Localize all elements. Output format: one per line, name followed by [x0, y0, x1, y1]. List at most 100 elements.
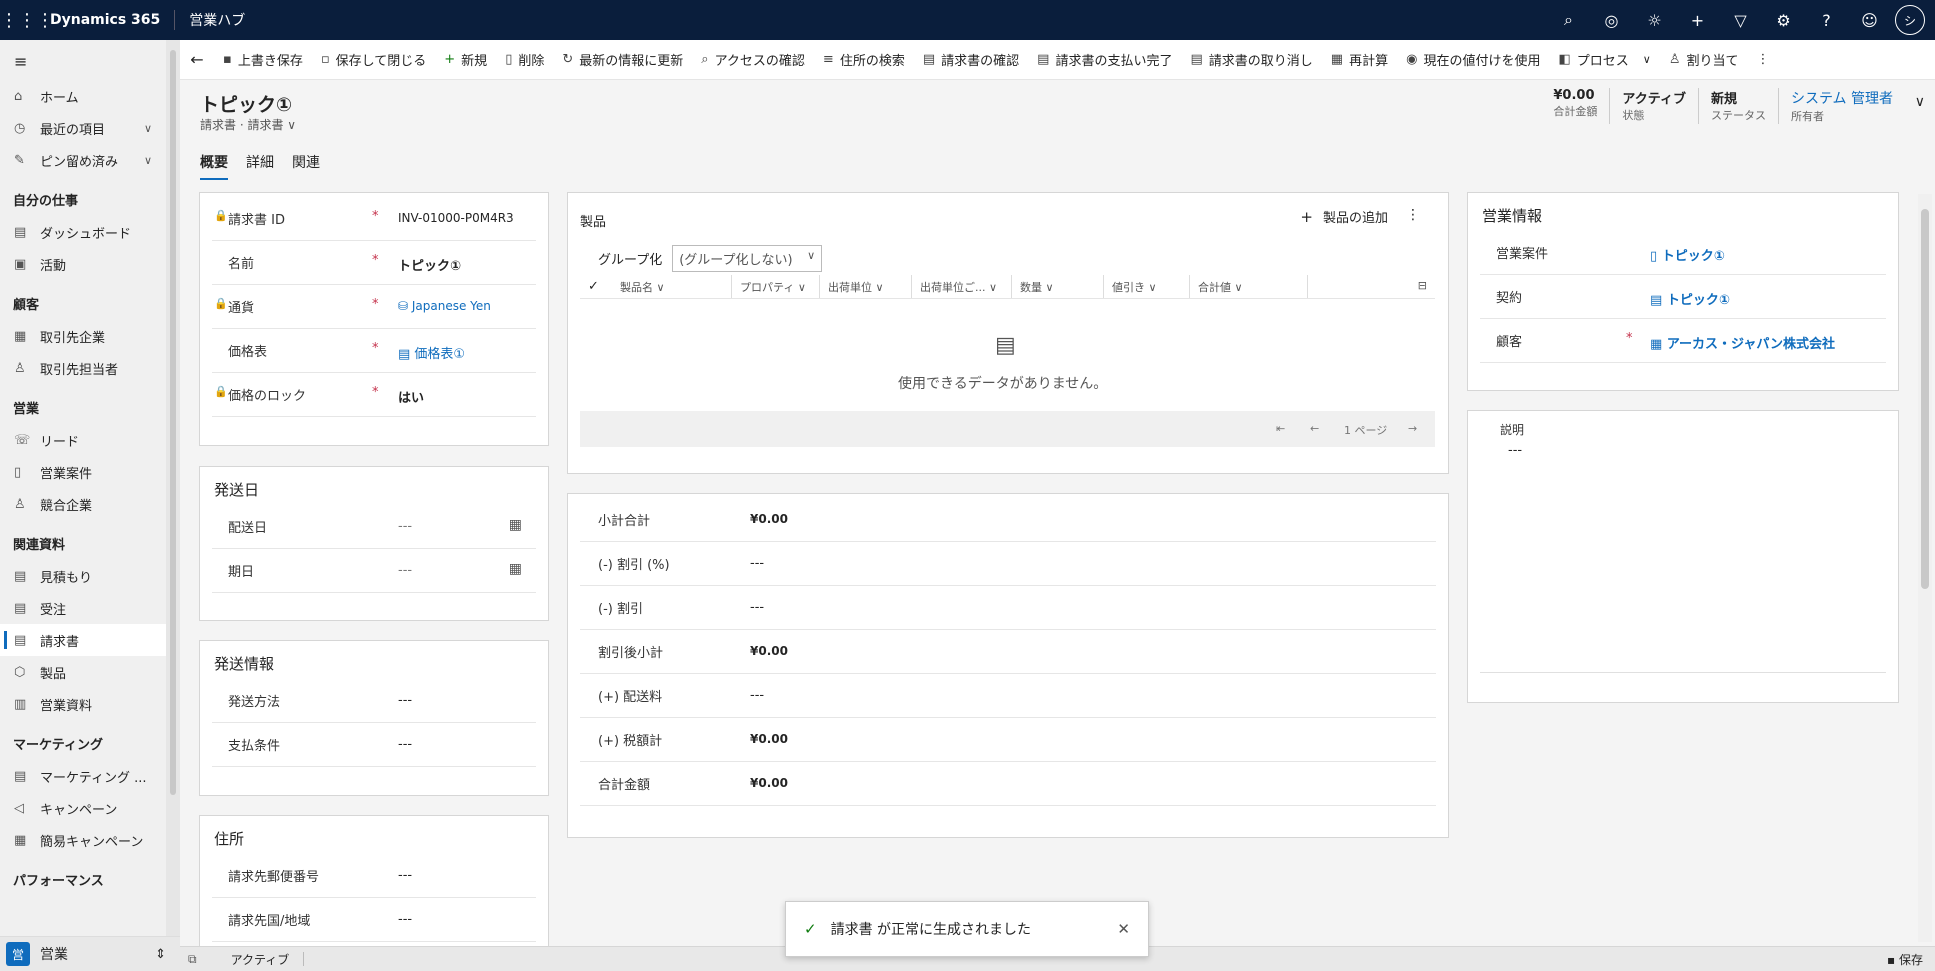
owner-link[interactable]: システム 管理者: [1791, 88, 1893, 108]
select-all-checkbox[interactable]: ✓: [580, 275, 612, 298]
sidebar-item-quotes[interactable]: ▤ 見積もり: [0, 560, 166, 592]
column-header[interactable]: 数量 ∨: [1012, 275, 1104, 298]
refresh-button[interactable]: ↻ 最新の情報に更新: [553, 40, 692, 79]
app-launcher-icon[interactable]: ⋮⋮⋮: [0, 10, 54, 31]
sidebar-scrollbar[interactable]: [166, 40, 180, 936]
sidebar-item-recent[interactable]: ◷ 最近の項目 ∨: [0, 112, 166, 144]
check-access-button[interactable]: ⌕ アクセスの確認: [692, 40, 814, 79]
sidebar-item-opportunities[interactable]: ▯ 営業案件: [0, 456, 166, 488]
sidebar-item-marketing-lists[interactable]: ▤ マーケティング ...: [0, 760, 166, 792]
area-switcher[interactable]: 営 営業 ⇕: [0, 936, 180, 971]
search-icon[interactable]: ⌕: [1547, 10, 1590, 30]
expand-header-chevron-icon[interactable]: ∨: [1915, 94, 1925, 110]
more-icon[interactable]: ⋮: [1406, 207, 1420, 223]
column-header[interactable]: 合計値 ∨: [1190, 275, 1308, 298]
brand-name[interactable]: Dynamics 365: [50, 12, 160, 28]
filter-icon[interactable]: ▽: [1719, 11, 1762, 30]
payment-terms-select[interactable]: ---: [398, 737, 412, 752]
lookup-address-button[interactable]: ≡ 住所の検索: [814, 40, 914, 79]
field-bill-zip[interactable]: 請求先郵便番号 ---: [212, 854, 536, 898]
delivery-date-input[interactable]: ---: [398, 519, 412, 534]
gear-icon[interactable]: ⚙: [1762, 11, 1805, 30]
column-header[interactable]: 値引き ∨: [1104, 275, 1190, 298]
sidebar-item-contacts[interactable]: ♙ 取引先担当者: [0, 352, 166, 384]
process-button[interactable]: ◧ プロセス ∨: [1549, 40, 1659, 79]
save-button[interactable]: ▪ 上書き保存: [214, 40, 312, 79]
form-selector[interactable]: 請求書 · 請求書 ∨: [200, 116, 296, 133]
bill-country-input[interactable]: ---: [398, 912, 412, 927]
currency-link[interactable]: ⛁ Japanese Yen: [398, 299, 491, 313]
sidebar-item-home[interactable]: ⌂ ホーム: [0, 80, 166, 112]
save-close-button[interactable]: ▫ 保存して閉じる: [312, 40, 435, 79]
next-page-icon[interactable]: →: [1408, 422, 1417, 435]
column-header[interactable]: 出荷単位 ∨: [820, 275, 912, 298]
sidebar-item-sales-literature[interactable]: ▥ 営業資料: [0, 688, 166, 720]
page-scrollbar[interactable]: [1918, 194, 1932, 942]
open-new-window-icon[interactable]: ⧉: [188, 952, 197, 967]
tab-details[interactable]: 詳細: [246, 152, 274, 180]
sidebar-item-pinned[interactable]: ✎ ピン留め済み ∨: [0, 144, 166, 176]
field-payment-terms[interactable]: 支払条件 ---: [212, 723, 536, 767]
sidebar-item-competitors[interactable]: ♙ 競合企業: [0, 488, 166, 520]
sidebar-item-quick-campaigns[interactable]: ▦ 簡易キャンペーン: [0, 824, 166, 856]
column-settings-icon[interactable]: ⊟: [1410, 275, 1435, 298]
field-delivery-date[interactable]: 配送日 --- ▦: [212, 505, 536, 549]
group-by-select[interactable]: (グループ化しない) ∨: [672, 245, 823, 272]
description-input[interactable]: ---: [1508, 443, 1522, 458]
field-due-date[interactable]: 期日 --- ▦: [212, 549, 536, 593]
use-current-pricing-button[interactable]: ◉ 現在の値付けを使用: [1397, 40, 1549, 79]
calendar-icon[interactable]: ▦: [509, 561, 522, 577]
assign-button[interactable]: ♙ 割り当て: [1660, 40, 1748, 79]
help-icon[interactable]: ?: [1805, 11, 1848, 30]
sidebar-item-campaigns[interactable]: ◁ キャンペーン: [0, 792, 166, 824]
due-date-input[interactable]: ---: [398, 563, 412, 578]
field-name[interactable]: 名前 * トピック①: [212, 241, 536, 285]
confirm-invoice-button[interactable]: ▤ 請求書の確認: [914, 40, 1028, 79]
discount-percent-input[interactable]: ---: [750, 556, 764, 571]
add-product-button[interactable]: + 製品の追加: [1300, 207, 1388, 226]
sidebar-item-activities[interactable]: ▣ 活動: [0, 248, 166, 280]
hamburger-icon[interactable]: ≡: [0, 40, 166, 80]
sidebar-item-dashboard[interactable]: ▤ ダッシュボード: [0, 216, 166, 248]
status-save-button[interactable]: ▪ 保存: [1887, 951, 1923, 968]
field-bill-country[interactable]: 請求先国/地域 ---: [212, 898, 536, 942]
close-icon[interactable]: ✕: [1117, 920, 1130, 938]
freight-input[interactable]: ---: [750, 688, 764, 703]
field-ship-method[interactable]: 発送方法 ---: [212, 679, 536, 723]
first-page-icon[interactable]: ⇤: [1276, 422, 1285, 435]
sidebar-item-products[interactable]: ⬡ 製品: [0, 656, 166, 688]
app-name[interactable]: 営業ハブ: [189, 10, 245, 30]
opportunity-link[interactable]: ▯ トピック①: [1650, 245, 1725, 264]
task-icon[interactable]: ◎: [1590, 11, 1633, 30]
lightbulb-icon[interactable]: ☼: [1633, 11, 1676, 30]
sidebar-item-invoices[interactable]: ▤ 請求書: [0, 624, 166, 656]
sidebar-item-accounts[interactable]: ▦ 取引先企業: [0, 320, 166, 352]
scrollbar-thumb[interactable]: [170, 50, 176, 795]
new-button[interactable]: + 新規: [435, 40, 496, 79]
customer-link[interactable]: ▦ アーカス・ジャパン株式会社: [1650, 333, 1835, 352]
column-header[interactable]: 出荷単位ご... ∨: [912, 275, 1012, 298]
sidebar-item-orders[interactable]: ▤ 受注: [0, 592, 166, 624]
chevron-down-icon[interactable]: ∨: [144, 154, 152, 167]
column-header[interactable]: 製品名 ∨: [612, 275, 732, 298]
bill-zip-input[interactable]: ---: [398, 868, 412, 883]
invoice-paid-button[interactable]: ▤ 請求書の支払い完了: [1028, 40, 1181, 79]
back-button[interactable]: ←: [180, 40, 214, 79]
column-header[interactable]: プロパティ ∨: [732, 275, 820, 298]
plus-icon[interactable]: +: [1676, 11, 1719, 30]
discount-input[interactable]: ---: [750, 600, 764, 615]
more-commands-button[interactable]: ⋮: [1748, 40, 1779, 79]
avatar[interactable]: シ: [1895, 5, 1925, 35]
delete-button[interactable]: ▯ 削除: [496, 40, 553, 79]
contract-link[interactable]: ▤ トピック①: [1650, 289, 1730, 308]
feedback-icon[interactable]: ☺: [1848, 11, 1891, 30]
tab-summary[interactable]: 概要: [200, 152, 228, 180]
recalculate-button[interactable]: ▦ 再計算: [1322, 40, 1397, 79]
name-input[interactable]: トピック①: [398, 255, 461, 274]
calendar-icon[interactable]: ▦: [509, 517, 522, 533]
scrollbar-thumb[interactable]: [1921, 209, 1929, 589]
ship-method-select[interactable]: ---: [398, 693, 412, 708]
prev-page-icon[interactable]: ←: [1310, 422, 1319, 435]
sidebar-item-leads[interactable]: ☏ リード: [0, 424, 166, 456]
pricelist-link[interactable]: ▤ 価格表①: [398, 343, 465, 362]
